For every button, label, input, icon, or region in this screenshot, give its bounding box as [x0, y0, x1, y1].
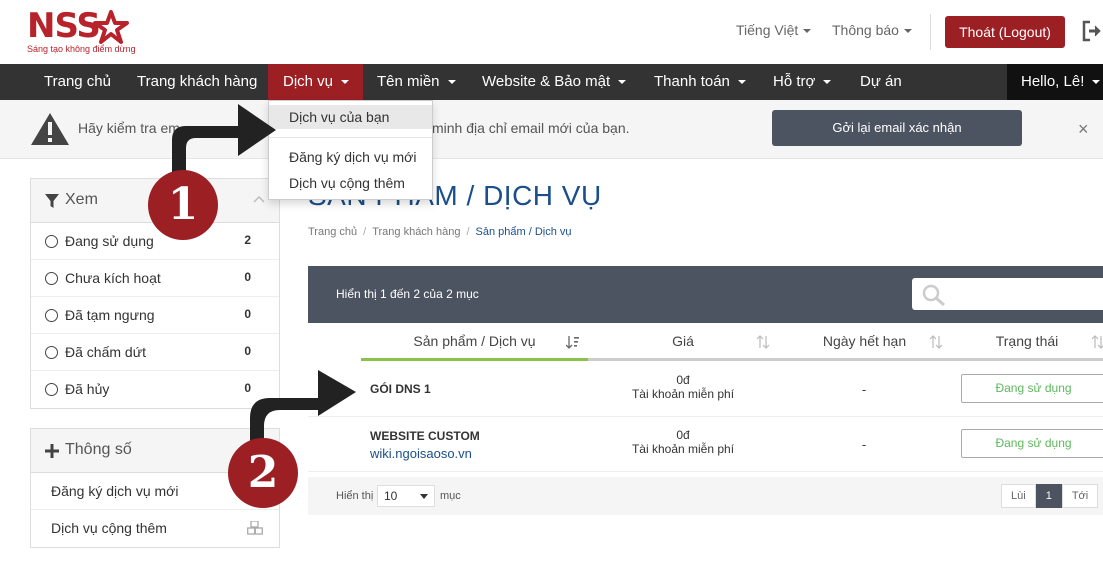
callout-step-2: 2 [228, 438, 298, 508]
callout-step-1: 1 [148, 170, 218, 240]
annotation-arrows [172, 104, 356, 460]
